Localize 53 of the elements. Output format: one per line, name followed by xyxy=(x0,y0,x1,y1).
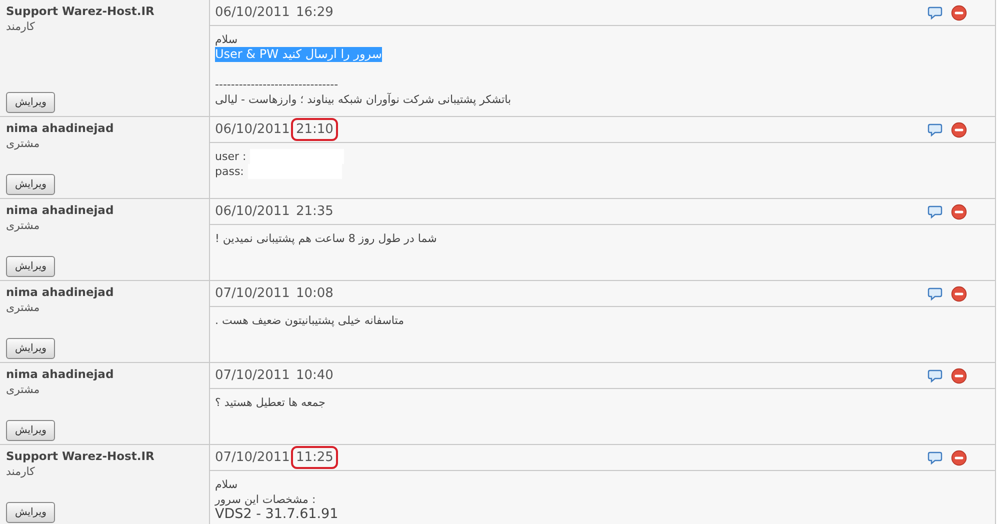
author-role: کارمند xyxy=(6,20,35,33)
post-time: 21:35 xyxy=(294,203,334,221)
speech-bubble-icon[interactable] xyxy=(927,368,943,382)
message-line: pass: xyxy=(215,164,244,179)
author-name: nima ahadinejad xyxy=(6,367,114,381)
delete-icon[interactable] xyxy=(951,450,967,466)
speech-bubble-icon[interactable] xyxy=(927,450,943,464)
author-role: مشتری xyxy=(6,219,40,232)
post-date: 06/10/2011 xyxy=(215,122,290,137)
message-line: user : xyxy=(215,149,246,164)
author-role: کارمند xyxy=(6,465,35,478)
speech-bubble-icon[interactable] xyxy=(927,204,943,218)
delete-icon[interactable] xyxy=(951,286,967,302)
edit-button[interactable]: ویرایش xyxy=(6,338,55,359)
author-name: Support Warez-Host.IR xyxy=(6,4,154,18)
post-time: 16:29 xyxy=(294,4,334,22)
delete-icon[interactable] xyxy=(951,4,967,20)
delete-icon[interactable] xyxy=(951,368,967,384)
post-date: 06/10/2011 xyxy=(215,204,290,219)
message-line: مشخصات این سرور : xyxy=(215,492,316,507)
author-role: مشتری xyxy=(6,301,40,314)
speech-bubble-icon[interactable] xyxy=(927,122,943,136)
edit-button[interactable]: ویرایش xyxy=(6,92,55,113)
message-line: جمعه ها تعطیل هستید ؟ xyxy=(215,395,326,410)
message-line: VDS2 - 31.7.61.91 xyxy=(215,507,338,522)
post-time: 11:25 xyxy=(290,446,338,469)
post-time: 10:40 xyxy=(294,367,334,385)
speech-bubble-icon[interactable] xyxy=(927,286,943,300)
edit-button[interactable]: ویرایش xyxy=(6,502,55,523)
delete-icon[interactable] xyxy=(951,122,967,138)
message-line: ! شما در طول روز 8 ساعت هم پشتیبانی نمیدین xyxy=(215,231,437,246)
post-time: 10:08 xyxy=(294,285,334,303)
edit-button[interactable]: ویرایش xyxy=(6,256,55,277)
author-role: مشتری xyxy=(6,383,40,396)
edit-button[interactable]: ویرایش xyxy=(6,420,55,441)
post-date: 07/10/2011 xyxy=(215,450,290,465)
author-name: nima ahadinejad xyxy=(6,203,114,217)
speech-bubble-icon[interactable] xyxy=(927,6,943,20)
edit-button[interactable]: ویرایش xyxy=(6,174,55,195)
message-line: سلام xyxy=(215,32,238,47)
post-date: 06/10/2011 xyxy=(215,5,290,20)
message-line: ------------------------------- xyxy=(215,77,338,92)
post-time: 21:10 xyxy=(290,118,338,141)
message-line: سلام xyxy=(215,477,238,492)
message-line: باتشکر پشتیبانی شرکت نوآوران شبکه بیناوند ؛ وارزهاست - لیالی xyxy=(215,92,512,107)
post-date: 07/10/2011 xyxy=(215,368,290,383)
author-name: nima ahadinejad xyxy=(6,285,114,299)
author-role: مشتری xyxy=(6,137,40,150)
message-line: . متاسفانه خیلی پشتیبانیتون ضعیف هست xyxy=(215,313,404,328)
author-name: Support Warez-Host.IR xyxy=(6,449,154,463)
author-name: nima ahadinejad xyxy=(6,121,114,135)
post-date: 07/10/2011 xyxy=(215,286,290,301)
delete-icon[interactable] xyxy=(951,204,967,220)
